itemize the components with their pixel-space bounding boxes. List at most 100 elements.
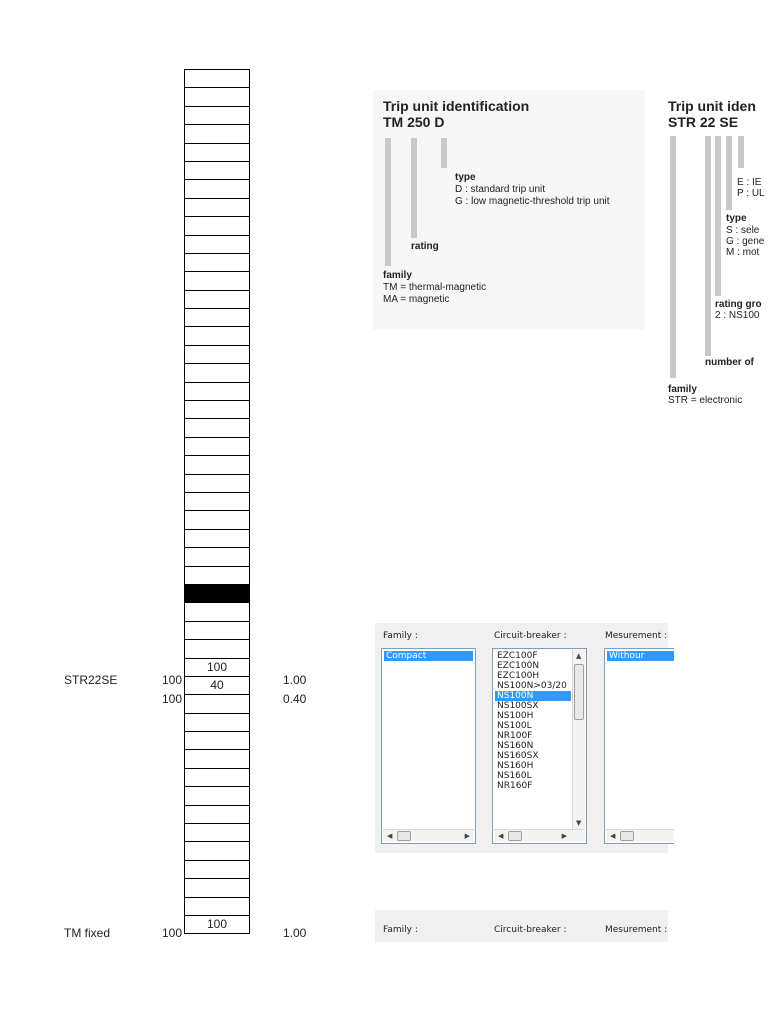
grid-cell[interactable] [185,491,249,510]
list-item[interactable]: NS100SX [495,701,571,711]
grid-cell[interactable] [185,528,249,547]
grid-cell[interactable] [185,694,249,712]
grid-cell[interactable] [185,473,249,492]
scroll-thumb[interactable] [574,664,584,720]
list-item[interactable]: Compact [384,651,473,661]
grid-cell[interactable] [185,271,249,289]
scroll-thumb[interactable] [508,831,522,841]
scroll-right-arrow-icon[interactable]: ▶ [562,830,567,842]
grid-cell[interactable] [185,252,249,271]
list-item[interactable]: NS160N [495,741,571,751]
list-item[interactable]: NS160L [495,771,571,781]
measurement-hscrollbar[interactable]: ◀ [606,829,674,842]
grid-cell[interactable] [185,289,249,308]
grid-cell[interactable] [185,400,249,418]
grid-cell[interactable] [185,308,249,326]
measurement-listbox[interactable]: Withour ◀ [604,648,674,844]
list-item[interactable]: NS160H [495,761,571,771]
grid-cell[interactable] [185,510,249,528]
grid-cell[interactable] [185,712,249,731]
grid-cell[interactable] [185,639,249,657]
type-d-text: D : standard trip unit [455,184,546,195]
family-ma-text: MA = magnetic [383,294,450,305]
grid-cell[interactable] [185,878,249,896]
row-left-value: 100 [161,692,182,706]
list-item[interactable]: NR160F [495,781,571,791]
scroll-thumb[interactable] [620,831,634,841]
grid-cell[interactable] [185,749,249,767]
list-item[interactable]: Withour [607,651,674,661]
grid-cell[interactable] [185,547,249,565]
grid-cell[interactable] [185,804,249,823]
family-label: Family : [383,925,418,935]
type-heading: type [726,213,747,224]
grid-cell[interactable] [185,160,249,179]
rating-line: 2 : NS100 [715,310,760,321]
family-bar [670,136,676,378]
diagram-title: Trip unit identification [383,98,530,114]
trip-unit-diagram-tm: Trip unit identification TM 250 D type D… [373,90,645,330]
family-bar [385,138,391,266]
grid-cell[interactable] [185,620,249,639]
grid-cell-value[interactable]: 100 [185,914,249,933]
grid-cell[interactable] [185,731,249,749]
rating-heading: rating [411,241,439,252]
grid-cell-value[interactable]: 100 [185,657,249,676]
breaker-vscrollbar[interactable]: ▲ ▼ [572,650,585,829]
grid-cell[interactable] [185,179,249,197]
grid-cell-value[interactable]: 40 [185,675,249,694]
scroll-left-arrow-icon[interactable]: ◀ [387,830,392,842]
scroll-up-arrow-icon[interactable]: ▲ [576,650,581,662]
list-item[interactable]: EZC100F [495,651,571,661]
grid-cell[interactable] [185,363,249,381]
grid-cell[interactable] [185,767,249,786]
grid-cell[interactable] [185,326,249,344]
family-line: STR = electronic [668,395,743,406]
grid-cell[interactable] [185,823,249,841]
row-label-tm-fixed: TM fixed [64,926,111,940]
family-hscrollbar[interactable]: ◀ ▶ [383,829,474,842]
scroll-right-arrow-icon[interactable]: ▶ [465,830,470,842]
grid-cell[interactable] [185,69,249,87]
grid-cell[interactable] [185,896,249,915]
grid-cell[interactable] [185,786,249,804]
grid-cell[interactable] [185,197,249,216]
grid-cell[interactable] [185,841,249,859]
list-item[interactable]: EZC100H [495,671,571,681]
list-item[interactable]: NS100N [495,691,571,701]
grid-cell[interactable] [185,87,249,105]
circuit-breaker-label: Circuit-breaker : [494,631,567,641]
rating-group-heading: rating gro [715,299,762,310]
grid-cell[interactable] [185,602,249,620]
list-item[interactable]: EZC100N [495,661,571,671]
list-item[interactable]: NS100L [495,721,571,731]
grid-cell-filled[interactable] [185,583,249,603]
grid-cell[interactable] [185,142,249,161]
list-item[interactable]: NS160SX [495,751,571,761]
grid-cell[interactable] [185,124,249,142]
grid-cell[interactable] [185,455,249,473]
measurement-label: Mesurement : [605,631,668,641]
scroll-left-arrow-icon[interactable]: ◀ [610,830,615,842]
list-item[interactable]: NS100H [495,711,571,721]
scroll-down-arrow-icon[interactable]: ▼ [576,817,581,829]
list-item[interactable]: NR100F [495,731,571,741]
circuit-breaker-listbox[interactable]: EZC100F EZC100N EZC100H NS100N>03/20 NS100N N… [492,648,587,844]
grid-cell[interactable] [185,418,249,436]
grid-cell[interactable] [185,216,249,234]
grid-cell[interactable] [185,381,249,400]
list-item[interactable]: NS100N>03/20 [495,681,571,691]
family-heading: family [668,384,697,395]
grid-cell[interactable] [185,234,249,253]
breaker-hscrollbar[interactable]: ◀ ▶ [494,829,585,842]
grid-cell[interactable] [185,565,249,584]
grid-cell[interactable] [185,436,249,455]
rating-group-bar [715,136,721,296]
grid-cell[interactable] [185,105,249,124]
diagram-title: Trip unit iden [668,98,756,114]
scroll-thumb[interactable] [397,831,411,841]
grid-cell[interactable] [185,859,249,878]
grid-cell[interactable] [185,344,249,363]
family-listbox[interactable]: Compact ◀ ▶ [381,648,476,844]
scroll-left-arrow-icon[interactable]: ◀ [498,830,503,842]
